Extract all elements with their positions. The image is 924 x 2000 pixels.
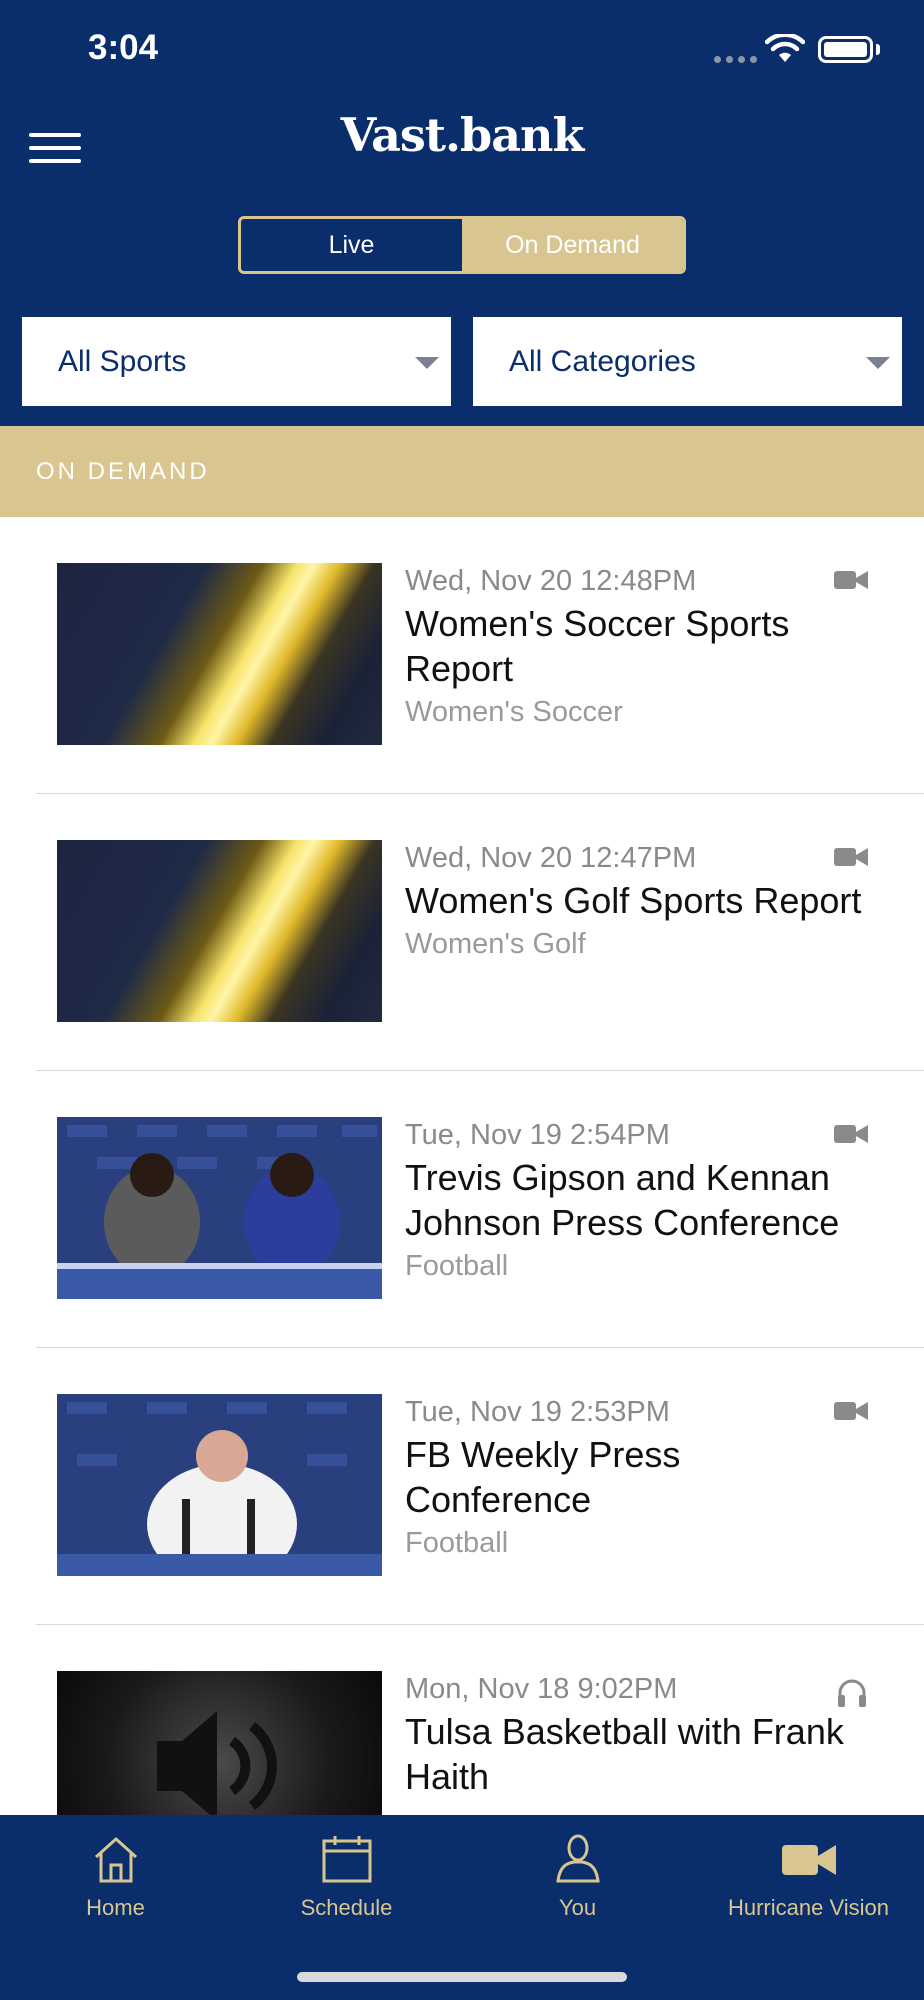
tab-home-label: Home — [86, 1895, 145, 1920]
segment-live[interactable]: Live — [241, 219, 462, 271]
video-thumbnail — [57, 840, 382, 1022]
section-header: ON DEMAND — [0, 426, 924, 517]
tab-schedule-label: Schedule — [300, 1895, 393, 1920]
home-indicator[interactable] — [297, 1972, 627, 1982]
brand-logo: Vast.bank — [340, 108, 585, 162]
list-item[interactable]: Wed, Nov 20 12:48PM Women's Soccer Sport… — [0, 517, 924, 794]
caret-down-icon — [415, 357, 439, 369]
video-camera-icon — [834, 1402, 868, 1420]
item-sport: Women's Golf — [405, 928, 586, 960]
tab-you-label: You — [558, 1895, 597, 1920]
battery-icon — [818, 36, 873, 63]
video-camera-icon — [781, 1845, 836, 1875]
item-title: Women's Golf Sports Report — [405, 880, 862, 921]
tab-hurricane-vision[interactable]: Hurricane Vision — [693, 1833, 924, 1921]
sports-dropdown-value: All Sports — [58, 344, 187, 378]
video-thumbnail — [57, 1117, 382, 1299]
live-on-demand-toggle: Live On Demand — [238, 216, 686, 274]
tab-home[interactable]: Home — [0, 1833, 231, 1921]
video-thumbnail — [57, 563, 382, 745]
item-title: Tulsa Basketball with Frank Haith — [405, 1711, 844, 1797]
list-item[interactable]: Wed, Nov 20 12:47PM Women's Golf Sports … — [0, 794, 924, 1071]
calendar-icon — [322, 1836, 371, 1883]
wifi-icon — [765, 34, 805, 62]
item-date: Wed, Nov 20 12:47PM — [405, 842, 697, 874]
video-camera-icon — [834, 571, 868, 589]
video-camera-icon — [834, 1125, 868, 1143]
categories-dropdown[interactable]: All Categories — [473, 317, 902, 406]
item-date: Wed, Nov 20 12:48PM — [405, 565, 697, 597]
tab-you[interactable]: You — [462, 1833, 693, 1921]
tab-schedule[interactable]: Schedule — [231, 1833, 462, 1921]
segment-on-demand[interactable]: On Demand — [462, 219, 683, 271]
list-item[interactable]: Tue, Nov 19 2:54PM Trevis Gipson and Ken… — [0, 1071, 924, 1348]
person-icon — [555, 1834, 600, 1883]
video-thumbnail — [57, 1394, 382, 1576]
sports-dropdown[interactable]: All Sports — [22, 317, 451, 406]
status-time: 3:04 — [88, 28, 159, 67]
signal-icon — [714, 56, 757, 63]
item-sport: Women's Soccer — [405, 696, 623, 728]
headphones-icon — [838, 1679, 866, 1707]
list-item[interactable]: Tue, Nov 19 2:53PM FB Weekly Press Confe… — [0, 1348, 924, 1625]
item-title: Trevis Gipson and Kennan Johnson Press C… — [405, 1157, 840, 1243]
item-title: FB Weekly Press Conference — [405, 1434, 681, 1520]
video-camera-icon — [834, 848, 868, 866]
tab-hurricane-vision-label: Hurricane Vision — [727, 1895, 889, 1920]
header: 3:04 Vast.bank Live On Demand All Sports… — [0, 0, 924, 426]
item-date: Tue, Nov 19 2:54PM — [405, 1119, 670, 1151]
on-demand-list: Wed, Nov 20 12:48PM Women's Soccer Sport… — [0, 517, 924, 1902]
status-bar: 3:04 — [0, 0, 924, 100]
item-date: Mon, Nov 18 9:02PM — [405, 1673, 678, 1705]
item-sport: Football — [405, 1527, 509, 1559]
item-title: Women's Soccer Sports Report — [405, 603, 790, 689]
item-sport: Football — [405, 1250, 509, 1282]
caret-down-icon — [866, 357, 890, 369]
categories-dropdown-value: All Categories — [509, 344, 696, 378]
item-date: Tue, Nov 19 2:53PM — [405, 1396, 670, 1428]
home-icon — [94, 1837, 137, 1883]
